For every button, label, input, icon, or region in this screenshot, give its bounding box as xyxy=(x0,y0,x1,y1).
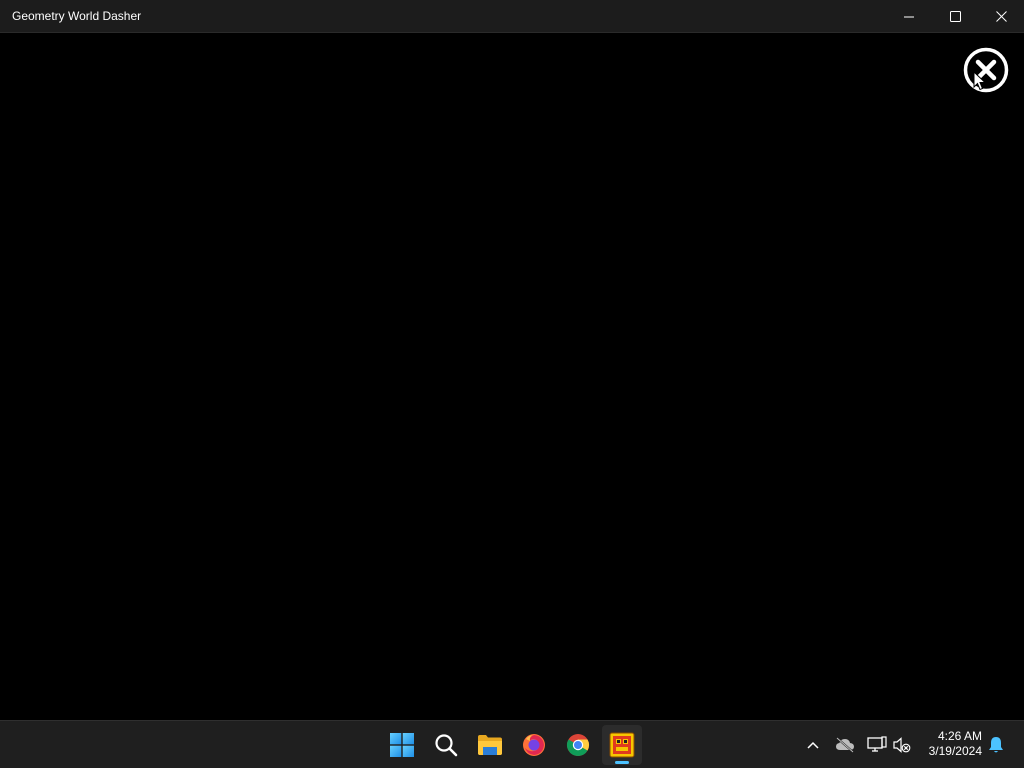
mouse-cursor-icon xyxy=(973,71,987,91)
volume-tray-button[interactable] xyxy=(893,735,911,755)
firefox-button[interactable] xyxy=(514,725,554,765)
volume-muted-icon xyxy=(893,737,911,753)
show-hidden-icons-button[interactable] xyxy=(804,735,822,755)
taskbar: 4:26 AM 3/19/2024 xyxy=(0,720,1024,768)
onedrive-tray-button[interactable] xyxy=(835,735,855,755)
search-button[interactable] xyxy=(426,725,466,765)
active-app-indicator xyxy=(615,761,629,764)
clock-time: 4:26 AM xyxy=(937,729,982,743)
notifications-button[interactable] xyxy=(987,735,1005,755)
taskbar-clock[interactable]: 4:26 AM 3/19/2024 xyxy=(916,729,982,759)
chevron-up-icon xyxy=(807,741,819,749)
clock-date: 3/19/2024 xyxy=(928,744,982,758)
windows-start-icon xyxy=(390,733,414,757)
chrome-button[interactable] xyxy=(558,725,598,765)
chrome-icon xyxy=(567,734,589,756)
cloud-off-icon xyxy=(836,737,854,753)
minimize-icon xyxy=(904,16,914,17)
game-canvas[interactable] xyxy=(0,33,1024,720)
network-icon xyxy=(867,736,887,752)
maximize-button[interactable] xyxy=(932,0,978,33)
maximize-icon xyxy=(949,11,961,22)
geometry-dash-icon xyxy=(609,732,635,758)
start-button[interactable] xyxy=(382,725,422,765)
firefox-icon xyxy=(523,734,545,756)
geometry-dash-taskbar-button[interactable] xyxy=(602,725,642,765)
app-window: Geometry World Dasher xyxy=(0,0,1024,720)
close-window-button[interactable] xyxy=(978,0,1024,33)
title-bar[interactable]: Geometry World Dasher xyxy=(0,0,1024,33)
folder-icon xyxy=(478,735,502,755)
bell-icon xyxy=(989,737,1003,753)
search-icon xyxy=(435,734,458,757)
window-title: Geometry World Dasher xyxy=(12,9,142,23)
file-explorer-button[interactable] xyxy=(470,725,510,765)
minimize-button[interactable] xyxy=(886,0,932,33)
network-tray-button[interactable] xyxy=(867,735,887,755)
close-icon xyxy=(995,11,1007,22)
